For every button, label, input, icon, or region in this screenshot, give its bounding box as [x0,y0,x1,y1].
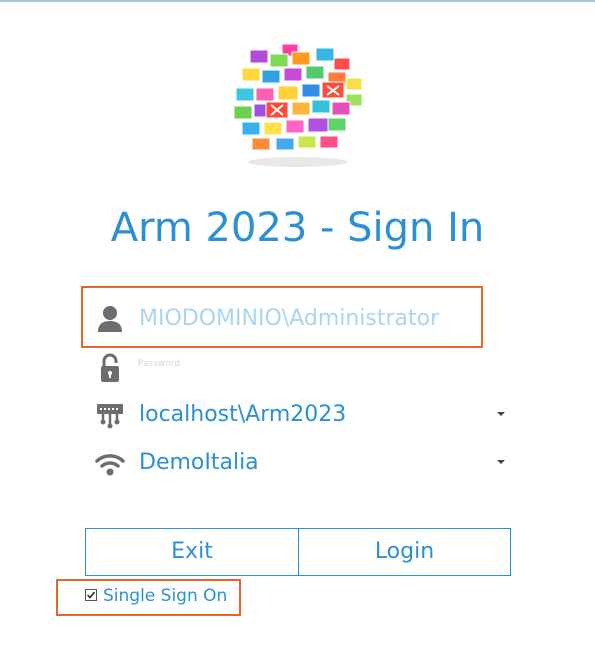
server-select[interactable]: localhost\Arm2023 [139,397,346,433]
exit-button[interactable]: Exit [85,528,299,576]
database-select[interactable]: DemoItalia [139,445,259,481]
app-logo [228,38,368,170]
login-button[interactable]: Login [298,528,511,576]
username-input[interactable]: MIODOMINIO\Administrator [139,299,469,339]
single-sign-on-checkbox[interactable] [85,589,97,601]
lock-icon [94,352,126,384]
single-sign-on-label[interactable]: Single Sign On [103,584,227,608]
user-icon [94,302,126,334]
wifi-icon [94,448,126,480]
database-dropdown-caret-icon[interactable] [497,460,505,464]
page-title: Arm 2023 - Sign In [110,205,485,251]
server-dropdown-caret-icon[interactable] [497,412,505,416]
window-top-border [0,0,595,2]
checkmark-icon [86,591,96,599]
server-network-icon [94,400,126,432]
password-input[interactable]: Password [138,356,180,372]
